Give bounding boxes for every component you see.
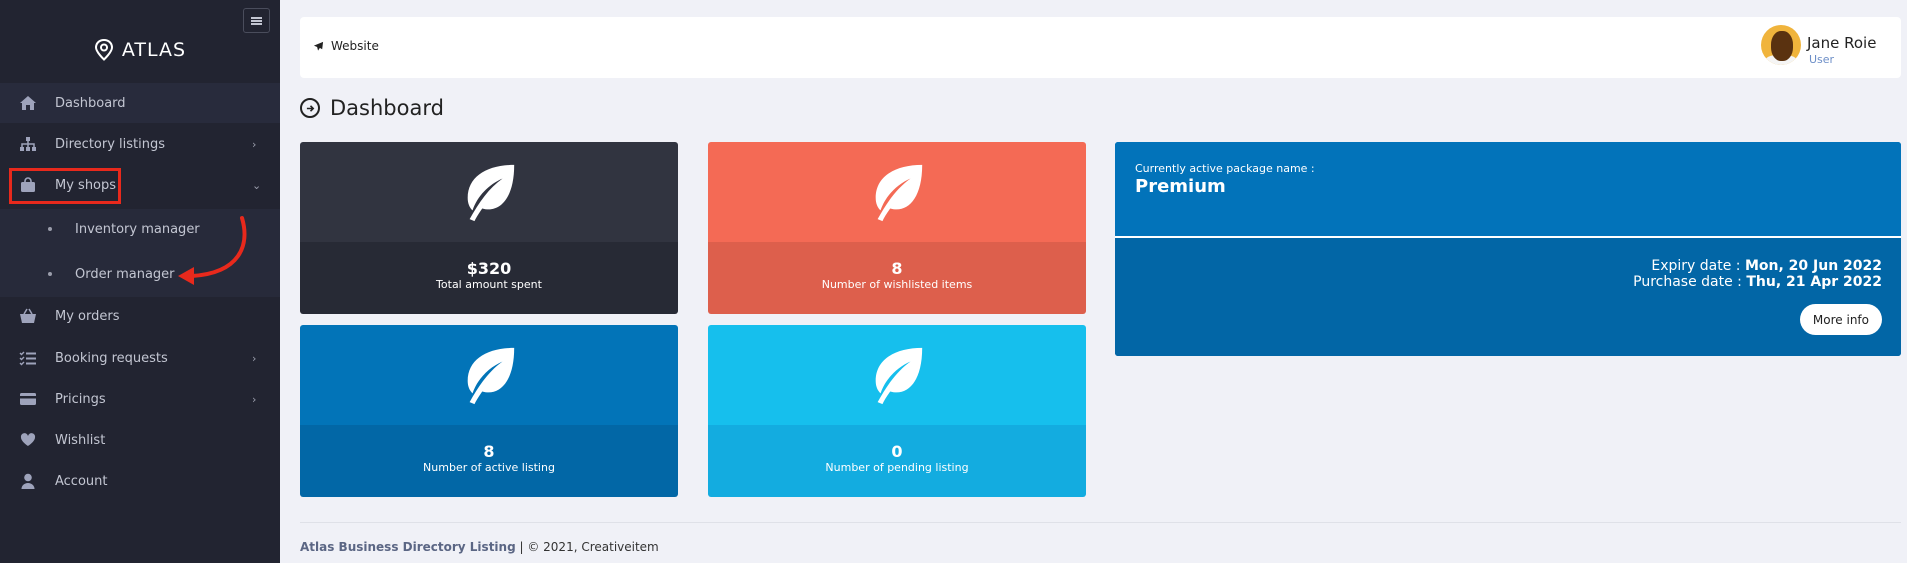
more-info-button[interactable]: More info (1799, 304, 1882, 335)
hamburger-icon (251, 16, 262, 25)
highlight-box (9, 168, 121, 204)
stat-value: 8 (483, 442, 495, 461)
sidebar-item-booking-requests[interactable]: Booking requests › (0, 338, 280, 378)
chevron-down-icon: ⌄ (252, 178, 262, 192)
stat-card-bottom: 8 Number of active listing (300, 425, 678, 497)
stat-card-active-listing: 8 Number of active listing (300, 325, 678, 497)
home-icon (19, 94, 37, 112)
stat-card-top (300, 142, 678, 242)
topbar: Website Jane Roie User (300, 17, 1901, 78)
leaf-icon (467, 164, 515, 222)
sitemap-icon (19, 135, 37, 153)
sidebar: ATLAS Dashboard Directory listings › My … (0, 0, 280, 563)
leaf-icon (467, 347, 515, 405)
stat-card-bottom: 8 Number of wishlisted items (708, 242, 1086, 314)
package-dates: Expiry date : Mon, 20 Jun 2022 Purchase … (1633, 258, 1882, 290)
stat-card-wishlisted: 8 Number of wishlisted items (708, 142, 1086, 314)
stat-caption: Total amount spent (436, 278, 542, 291)
stat-card-pending-listing: 0 Number of pending listing (708, 325, 1086, 497)
bullet-icon (48, 227, 52, 231)
package-name: Premium (1135, 176, 1226, 197)
purchase-value: Thu, 21 Apr 2022 (1746, 274, 1882, 290)
stat-card-bottom: 0 Number of pending listing (708, 425, 1086, 497)
bullet-icon (48, 272, 52, 276)
chevron-right-icon: › (252, 392, 257, 406)
sidebar-item-pricings[interactable]: Pricings › (0, 379, 280, 419)
leaf-icon (875, 347, 923, 405)
heart-icon (19, 431, 37, 449)
stat-caption: Number of wishlisted items (821, 278, 973, 291)
page-title: Dashboard (300, 96, 444, 120)
sidebar-subitem-label: Order manager (75, 266, 175, 282)
circle-arrow-right-icon (300, 98, 320, 118)
website-link-label: Website (331, 39, 379, 53)
stat-card-top (300, 325, 678, 425)
expiry-label: Expiry date : (1651, 258, 1741, 274)
footer-copyright: | © 2021, Creativeitem (515, 540, 659, 554)
brand-name: ATLAS (121, 39, 187, 61)
website-link[interactable]: Website (313, 39, 379, 53)
footer: Atlas Business Directory Listing | © 202… (300, 540, 659, 554)
package-card: Currently active package name : Premium … (1115, 142, 1901, 356)
stat-value: 0 (891, 442, 903, 461)
page-title-text: Dashboard (330, 96, 444, 120)
leaf-icon (875, 164, 923, 222)
stat-value: $320 (466, 259, 512, 278)
paper-plane-icon (313, 41, 324, 51)
checklist-icon (19, 349, 37, 367)
basket-icon (19, 307, 37, 325)
stat-caption: Number of pending listing (825, 461, 969, 474)
package-name-label: Currently active package name : (1135, 162, 1315, 175)
purchase-label: Purchase date : (1633, 274, 1742, 290)
sidebar-item-label: My orders (55, 308, 120, 324)
user-name[interactable]: Jane Roie (1807, 34, 1876, 52)
footer-brand-link[interactable]: Atlas Business Directory Listing (300, 540, 516, 554)
stat-card-total-spent: $320 Total amount spent (300, 142, 678, 314)
sidebar-item-label: Dashboard (55, 95, 126, 111)
annotation-arrow-icon (178, 216, 247, 285)
chevron-right-icon: › (252, 137, 257, 151)
sidebar-item-account[interactable]: Account (0, 461, 280, 501)
credit-card-icon (19, 390, 37, 408)
divider (300, 522, 1901, 523)
sidebar-item-label: Wishlist (55, 432, 106, 448)
avatar[interactable] (1761, 25, 1801, 65)
chevron-right-icon: › (252, 351, 257, 365)
stat-card-top (708, 325, 1086, 425)
sidebar-item-dashboard[interactable]: Dashboard (0, 83, 280, 123)
user-role: User (1809, 53, 1835, 66)
expiry-value: Mon, 20 Jun 2022 (1744, 258, 1882, 274)
sidebar-item-label: Account (55, 473, 108, 489)
sidebar-item-directory-listings[interactable]: Directory listings › (0, 124, 280, 164)
sidebar-item-label: Pricings (55, 391, 106, 407)
user-icon (19, 472, 37, 490)
sidebar-item-wishlist[interactable]: Wishlist (0, 420, 280, 460)
stat-card-top (708, 142, 1086, 242)
stat-value: 8 (891, 259, 903, 278)
sidebar-item-label: Directory listings (55, 136, 166, 152)
stat-caption: Number of active listing (423, 461, 555, 474)
stat-card-bottom: $320 Total amount spent (300, 242, 678, 314)
menu-toggle-button[interactable] (243, 8, 270, 33)
sidebar-item-my-orders[interactable]: My orders (0, 296, 280, 336)
brand-logo[interactable]: ATLAS (0, 33, 280, 67)
sidebar-item-label: Booking requests (55, 350, 168, 366)
map-pin-icon (94, 39, 113, 61)
